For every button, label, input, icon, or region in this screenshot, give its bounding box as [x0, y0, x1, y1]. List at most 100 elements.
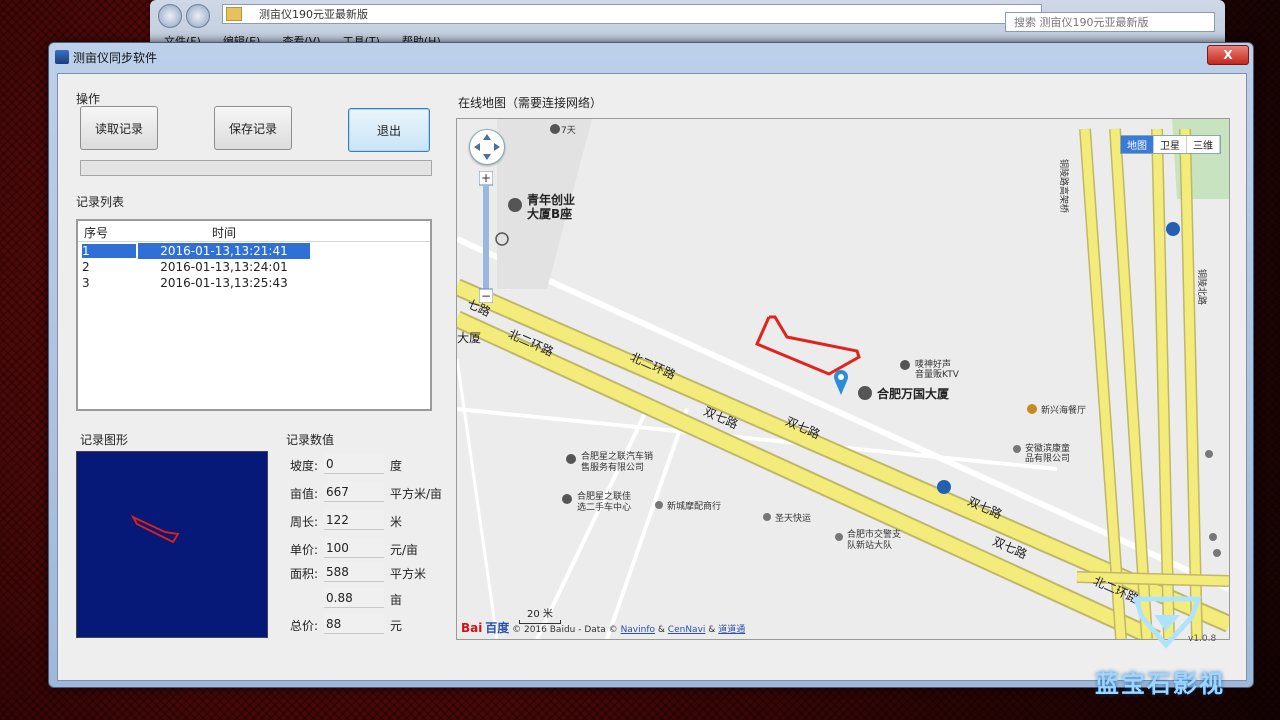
slope-label: 坡度:: [290, 459, 319, 473]
map-label-ktv2: 音量贩KTV: [915, 370, 959, 380]
minor-road: [605, 408, 689, 639]
map-type-3d[interactable]: 三维: [1187, 136, 1220, 153]
close-button[interactable]: X: [1207, 45, 1249, 65]
list-header: 序号 时间: [78, 221, 430, 242]
bus-stop-icon[interactable]: [937, 480, 951, 494]
map-label-restaurant: 新兴海餐厅: [1041, 406, 1087, 416]
company-poi-icon[interactable]: [1013, 445, 1021, 453]
folder-icon: [226, 7, 242, 21]
minor-road: [457, 358, 499, 639]
total-unit: 元: [390, 619, 403, 633]
perimeter-label: 周长:: [290, 515, 319, 529]
zoom-slider-graphic: + −: [479, 171, 493, 303]
bus-stop-icon[interactable]: [1166, 222, 1180, 236]
area-mu-unit: 亩: [390, 593, 403, 607]
express-poi-icon[interactable]: [763, 513, 771, 521]
location-marker-dot: [838, 374, 844, 380]
column-header-id[interactable]: 序号: [84, 224, 108, 241]
row-time: 2016-01-13,13:21:41: [138, 243, 310, 259]
hotel-poi-icon[interactable]: [550, 124, 560, 134]
row-id: 2: [82, 260, 90, 274]
table-row[interactable]: 2 2016-01-13,13:24:01: [78, 259, 430, 275]
perimeter-field[interactable]: 122: [324, 510, 384, 530]
police-poi-icon[interactable]: [835, 533, 843, 541]
poi-icon[interactable]: [1213, 549, 1221, 557]
price-unit: 元/亩: [390, 543, 419, 557]
table-row[interactable]: 3 2016-01-13,13:25:43: [78, 275, 430, 291]
record-graphic-canvas: [76, 451, 268, 638]
elevated-road: [1180, 128, 1202, 639]
total-label: 总价:: [290, 619, 319, 633]
map-zoom-slider[interactable]: + −: [479, 171, 493, 303]
poi-icon[interactable]: [1205, 450, 1213, 458]
map-pan-control[interactable]: [469, 129, 505, 165]
search-input[interactable]: 搜索 测亩仪190元亚最新版: [1005, 12, 1215, 32]
map-label-express: 圣天快运: [775, 514, 812, 524]
slope-unit: 度: [390, 459, 403, 473]
save-records-button[interactable]: 保存记录: [214, 106, 292, 150]
price-label: 单价:: [290, 543, 319, 557]
area-mu-field[interactable]: 0.88: [324, 588, 384, 608]
map-copyright: Bai 百度 © 2016 Baidu - Data © Navinfo & C…: [461, 619, 745, 636]
price-field[interactable]: 100: [324, 538, 384, 558]
records-label: 记录列表: [76, 195, 125, 209]
per-mu-label: 亩值:: [290, 487, 319, 501]
copyright-text: © 2016 Baidu - Data ©: [512, 625, 618, 635]
map-label: 在线地图（需要连接网络）: [458, 96, 603, 110]
progress-bar: [80, 160, 432, 176]
map-label-youth-b: 大厦B座: [527, 207, 573, 221]
daodaotong-link[interactable]: 道道通: [718, 625, 745, 635]
navinfo-link[interactable]: Navinfo: [621, 625, 655, 635]
map-type-map[interactable]: 地图: [1121, 136, 1154, 153]
table-row[interactable]: 1 2016-01-13,13:21:41: [78, 243, 430, 259]
address-text: 测亩仪190元亚最新版: [259, 8, 368, 21]
forward-button[interactable]: [186, 4, 210, 28]
copyright-amp2: &: [708, 625, 716, 635]
map-label-parts: 新城摩配商行: [667, 502, 722, 512]
area-field[interactable]: 588: [324, 562, 384, 582]
baidu-logo: Bai: [461, 621, 483, 635]
car-poi-icon[interactable]: [562, 494, 572, 504]
building-poi-icon[interactable]: [508, 198, 522, 212]
shop-poi-icon[interactable]: [655, 501, 663, 509]
client-area: 操作 读取记录 保存记录 退出 记录列表 序号 时间 1 2016-01-13,1…: [57, 73, 1247, 681]
row-time: 2016-01-13,13:25:43: [160, 276, 288, 290]
records-list[interactable]: 序号 时间 1 2016-01-13,13:21:41 2 2016-01-13,13…: [76, 219, 432, 411]
perimeter-unit: 米: [390, 515, 403, 529]
gps-track: [755, 315, 861, 376]
values-label: 记录数值: [286, 433, 335, 447]
elevated-road: [1152, 128, 1174, 639]
row-time: 2016-01-13,13:24:01: [160, 260, 288, 274]
per-mu-unit: 平方米/亩: [390, 487, 443, 501]
slope-field[interactable]: 0: [324, 454, 384, 474]
map-type-satellite[interactable]: 卫星: [1154, 136, 1187, 153]
read-records-button[interactable]: 读取记录: [80, 106, 158, 150]
ktv-poi-icon[interactable]: [900, 360, 910, 370]
watermark-text: 蓝宝石影视: [1095, 669, 1225, 698]
map-label-anhui2: 品有限公司: [1025, 454, 1071, 464]
map-label-car2: 售服务有限公司: [581, 463, 645, 473]
row-id: 3: [82, 276, 90, 290]
map-label-hotel: 7天: [561, 126, 576, 136]
column-header-time[interactable]: 时间: [212, 224, 236, 241]
baidu-logo-cn: 百度: [485, 621, 510, 635]
map-label-bridge-north: 铜陵北路: [1196, 269, 1206, 306]
per-mu-field[interactable]: 667: [324, 482, 384, 502]
exit-button[interactable]: 退出: [348, 108, 430, 152]
building-poi-icon[interactable]: [858, 386, 872, 400]
restaurant-poi-icon[interactable]: [1027, 404, 1037, 414]
total-field[interactable]: 88: [324, 614, 384, 634]
app-icon: [55, 50, 69, 64]
plot-outline: [130, 514, 180, 544]
gem-logo-icon: [1132, 596, 1202, 649]
car-poi-icon[interactable]: [566, 454, 576, 464]
window-title: 测亩仪同步软件: [73, 51, 158, 65]
map-label-dasha: 大厦: [457, 331, 482, 345]
address-bar[interactable]: 测亩仪190元亚最新版: [222, 4, 1042, 24]
back-button[interactable]: [158, 4, 182, 28]
map-type-switch: 地图 卫星 三维: [1120, 135, 1221, 154]
poi-icon[interactable]: [1209, 533, 1217, 541]
cennavi-link[interactable]: CenNavi: [668, 625, 706, 635]
online-map[interactable]: + − 地图 卫星 三维 7天 青年创业 大厦B座 大厦 七路 北二环路 北二环…: [456, 118, 1230, 640]
area-label: 面积:: [290, 567, 319, 581]
